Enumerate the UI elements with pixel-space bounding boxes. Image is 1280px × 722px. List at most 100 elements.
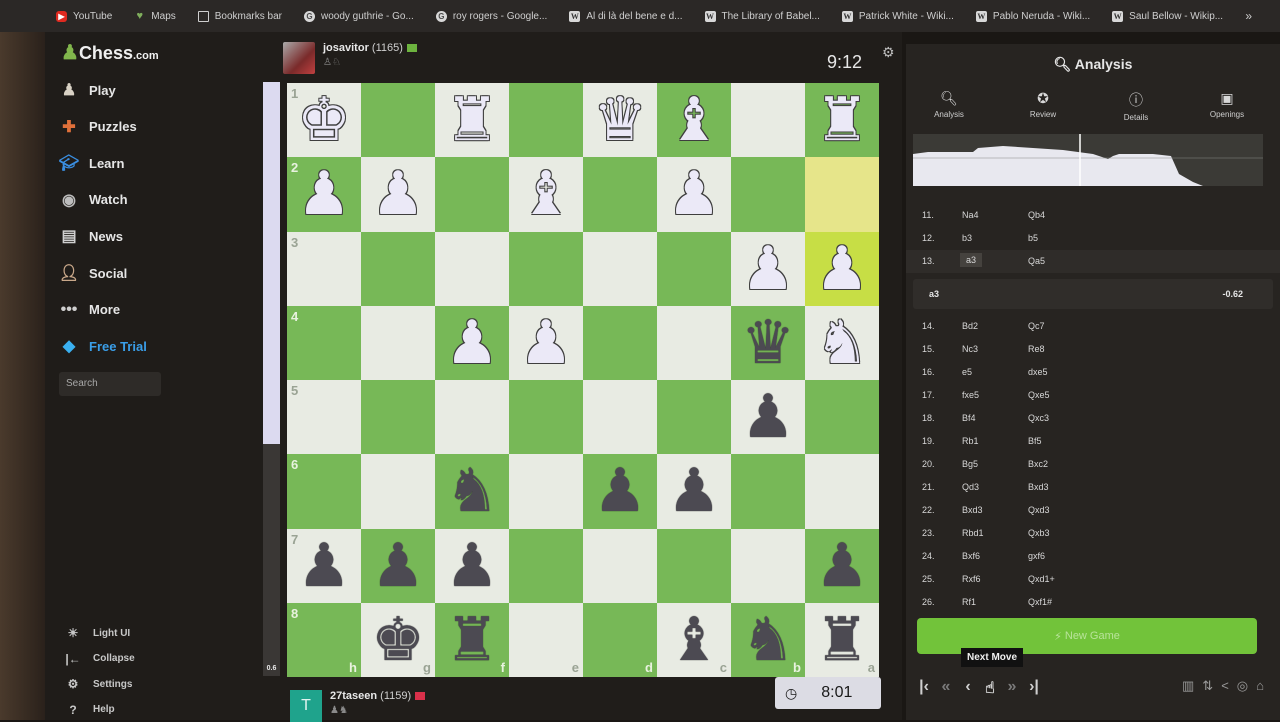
chess-com-logo[interactable]: ♟ Chess .com — [61, 40, 159, 65]
square-a7[interactable]: ♟ — [805, 528, 879, 603]
square-e6[interactable] — [509, 454, 583, 529]
square-g3[interactable] — [361, 231, 435, 306]
square-d5[interactable] — [583, 380, 657, 455]
black-move[interactable]: Qxf1# — [1028, 597, 1052, 607]
white-king-icon[interactable]: ♚ — [297, 90, 351, 150]
white-bishop-icon[interactable]: ♝ — [519, 164, 573, 224]
black-move[interactable]: b5 — [1028, 233, 1038, 243]
flip-board-icon[interactable]: ⇅ — [1202, 678, 1213, 694]
square-c7[interactable] — [657, 528, 731, 603]
square-h8[interactable]: 8h — [287, 602, 361, 677]
square-g4[interactable] — [361, 305, 435, 380]
tab-openings[interactable]: ▣ Openings — [1192, 90, 1262, 119]
square-b1[interactable] — [731, 83, 805, 158]
square-f6[interactable]: ♞ — [435, 454, 509, 529]
white-bishop-icon[interactable]: ♝ — [667, 90, 721, 150]
square-f5[interactable] — [435, 380, 509, 455]
white-move[interactable]: Bxf6 — [960, 551, 982, 561]
square-c2[interactable]: ♟ — [657, 157, 731, 232]
white-rook-icon[interactable]: ♜ — [445, 90, 499, 150]
square-d7[interactable] — [583, 528, 657, 603]
sidebar-item-puzzles[interactable]: ✚ Puzzles — [59, 117, 136, 137]
bookmark-item[interactable]: W Patrick White - Wiki... — [841, 10, 954, 22]
black-pawn-icon[interactable]: ♟ — [297, 535, 351, 596]
black-pawn-icon[interactable]: ♟ — [371, 535, 425, 596]
avatar[interactable] — [283, 42, 315, 74]
black-queen-icon[interactable]: ♛ — [741, 312, 795, 373]
sidebar-item-settings[interactable]: ⚙ Settings — [65, 677, 133, 691]
sidebar-item-free-trial[interactable]: ◆ Free Trial — [59, 336, 147, 356]
square-g8[interactable]: g ♚ — [361, 602, 435, 677]
square-d6[interactable]: ♟ — [583, 454, 657, 529]
square-h3[interactable]: 3 — [287, 231, 361, 306]
black-pawn-icon[interactable]: ♟ — [741, 387, 795, 447]
sidebar-item-news[interactable]: ▤ News — [59, 226, 123, 246]
avatar[interactable]: T — [290, 690, 322, 722]
square-f1[interactable]: ♜ — [435, 83, 509, 158]
black-pawn-icon[interactable]: ♟ — [445, 535, 499, 596]
square-a3[interactable]: ♟ — [805, 231, 879, 306]
square-g1[interactable] — [361, 83, 435, 158]
square-f7[interactable]: ♟ — [435, 528, 509, 603]
square-h7[interactable]: 7 ♟ — [287, 528, 361, 603]
square-a5[interactable] — [805, 380, 879, 455]
bookmarks-more-button[interactable]: » — [1245, 9, 1252, 23]
stats-icon[interactable]: ▥ — [1182, 678, 1194, 694]
target-icon[interactable]: ◎ — [1237, 678, 1248, 694]
gear-icon[interactable]: ⚙ — [882, 44, 895, 61]
square-a2[interactable] — [805, 157, 879, 232]
white-move[interactable]: b3 — [960, 233, 974, 243]
square-d1[interactable]: ♛ — [583, 83, 657, 158]
black-move[interactable]: Qxd3 — [1028, 505, 1050, 515]
white-move[interactable]: Nc3 — [960, 344, 980, 354]
white-move[interactable]: Rb1 — [960, 436, 981, 446]
bookmark-item[interactable]: Gwoody guthrie - Go... — [304, 10, 414, 22]
library-icon[interactable]: ⌂ — [1256, 678, 1264, 694]
white-move[interactable]: Bxd3 — [960, 505, 985, 515]
square-a8[interactable]: a ♜ — [805, 602, 879, 677]
square-c3[interactable] — [657, 231, 731, 306]
black-knight-icon[interactable]: ♞ — [741, 609, 795, 670]
black-move[interactable]: Re8 — [1028, 344, 1045, 354]
square-g7[interactable]: ♟ — [361, 528, 435, 603]
black-rook-icon[interactable]: ♜ — [815, 609, 869, 670]
square-h5[interactable]: 5 — [287, 380, 361, 455]
square-b7[interactable] — [731, 528, 805, 603]
square-b6[interactable] — [731, 454, 805, 529]
last-move-button[interactable]: ›| — [1026, 678, 1042, 698]
square-f3[interactable] — [435, 231, 509, 306]
black-move[interactable]: dxe5 — [1028, 367, 1048, 377]
bookmark-item[interactable]: W The Library of Babel... — [704, 10, 820, 22]
evaluation-graph[interactable] — [913, 134, 1263, 186]
next-fast-button[interactable]: » — [1004, 678, 1020, 698]
previous-move-button[interactable]: ‹ — [960, 678, 976, 698]
white-pawn-icon[interactable]: ♟ — [519, 312, 573, 373]
sidebar-item-collapse[interactable]: |← Collapse — [65, 652, 134, 666]
bookmark-item[interactable]: ▶ YouTube — [56, 10, 112, 22]
black-move[interactable]: Qxe5 — [1028, 390, 1050, 400]
black-move[interactable]: Bxc2 — [1028, 459, 1048, 469]
square-a6[interactable] — [805, 454, 879, 529]
white-move[interactable]: fxe5 — [960, 390, 981, 400]
previous-fast-button[interactable]: « — [938, 678, 954, 698]
bookmark-item[interactable]: Bookmarks bar — [197, 10, 282, 22]
square-c5[interactable] — [657, 380, 731, 455]
black-pawn-icon[interactable]: ♟ — [667, 461, 721, 521]
black-move[interactable]: Bf5 — [1028, 436, 1042, 446]
chess-board[interactable]: 1 ♚ ♜ ♛ ♝ ♜ 2 ♟ ♟ ♝ ♟ 3 ♟ ♟ 4 ♟ ♟ ♛ ♞ 5 ♟ 6 ♞ ♟ ♟ 7 ♟ ♟ ♟ ♟ 8 h g ♚ f ♜ e d c ♝… — [287, 83, 879, 677]
white-pawn-icon[interactable]: ♟ — [445, 312, 499, 373]
square-d8[interactable]: d — [583, 602, 657, 677]
square-b5[interactable]: ♟ — [731, 380, 805, 455]
square-e1[interactable] — [509, 83, 583, 158]
search-input[interactable]: Search — [59, 372, 161, 396]
sidebar-item-watch[interactable]: ◉ Watch — [59, 190, 128, 210]
black-move[interactable]: Qxc3 — [1028, 413, 1049, 423]
square-f4[interactable]: ♟ — [435, 305, 509, 380]
square-e3[interactable] — [509, 231, 583, 306]
white-move[interactable]: Na4 — [960, 210, 981, 220]
square-b8[interactable]: b ♞ — [731, 602, 805, 677]
black-move[interactable]: gxf6 — [1028, 551, 1045, 561]
black-king-icon[interactable]: ♚ — [371, 609, 425, 670]
share-icon[interactable]: < — [1221, 678, 1229, 694]
bookmark-item[interactable]: W Al di là del bene e d... — [569, 10, 683, 22]
